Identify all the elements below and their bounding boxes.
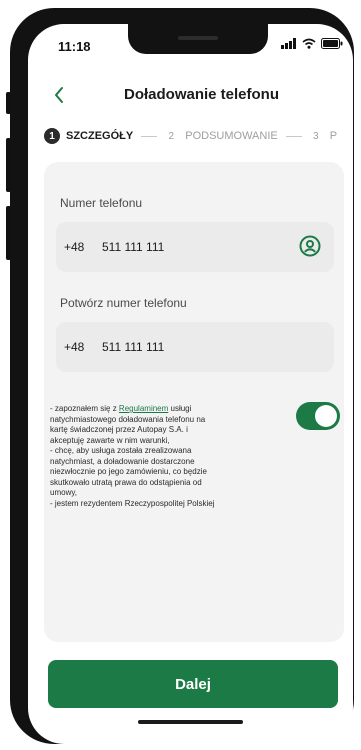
step-number: 1 [44, 128, 60, 144]
consent-text: - zapoznałem się z Regulaminem usługi na… [50, 404, 286, 509]
step-confirmation: 3 P [308, 128, 337, 144]
wifi-icon [302, 38, 316, 49]
chevron-left-icon [55, 87, 63, 103]
consent-line: - chcę, aby usługa została zrealizowana [50, 446, 192, 455]
status-time: 11:18 [58, 39, 91, 54]
step-divider [285, 135, 302, 137]
terms-link[interactable]: Regulaminem [119, 404, 168, 413]
consent-text-fragment: usługi [168, 404, 192, 413]
home-indicator [138, 720, 243, 724]
step-number: 3 [312, 130, 319, 142]
consent-line: natychmiastowego doładowania telefonu na [50, 414, 206, 424]
form-card: Numer telefonu +48 511 111 111 Potwórz n… [44, 162, 344, 642]
signal-icon [281, 38, 296, 49]
stepper: 1 SZCZEGÓŁY 2 PODSUMOWANIE 3 P [44, 124, 353, 148]
speaker-grille [178, 36, 218, 40]
consent-line: umowy, [50, 488, 77, 497]
consent-line: - jestem rezydentem Rzeczypospolitej Pol… [50, 498, 215, 508]
confirm-phone-label: Potwórz numer telefonu [60, 296, 187, 310]
step-label: PODSUMOWANIE [185, 130, 278, 142]
phone-number-value: 511 111 111 [102, 240, 165, 254]
confirm-phone-value: 511 111 111 [102, 340, 165, 354]
toggle-knob [315, 405, 337, 427]
country-prefix: +48 [64, 240, 85, 254]
status-icons [281, 38, 343, 49]
battery-icon [321, 38, 343, 49]
step-summary: 2 PODSUMOWANIE [163, 128, 278, 144]
step-divider [141, 135, 158, 137]
consent-line: kartę świadczonej przez Autopay S.A. i [50, 425, 188, 434]
phone-number-label: Numer telefonu [60, 196, 143, 210]
phone-frame: 11:18 Doładowanie telefonu 1 SZCZEGÓŁY 2… [10, 8, 354, 744]
confirm-phone-field[interactable]: +48 511 111 111 [56, 322, 334, 372]
contact-picker-button[interactable] [298, 234, 322, 258]
page-title: Doładowanie telefonu [124, 86, 280, 103]
consent-line: akceptuję zawarte w nim warunki, [50, 435, 170, 445]
consent-line: niezwłocznie po jego zamówieniu, co będz… [50, 467, 207, 476]
back-button[interactable] [44, 80, 74, 110]
header: Doładowanie telefonu [28, 78, 353, 114]
step-label: SZCZEGÓŁY [66, 130, 134, 142]
step-details: 1 SZCZEGÓŁY [44, 128, 133, 144]
next-button[interactable]: Dalej [48, 660, 338, 708]
app-screen: 11:18 Doładowanie telefonu 1 SZCZEGÓŁY 2… [28, 24, 353, 744]
step-number: 2 [168, 130, 175, 142]
contact-person-icon [299, 235, 321, 257]
phone-number-field[interactable]: +48 511 111 111 [56, 222, 334, 272]
consent-line: - zapoznałem się z Regulaminem usługi [50, 404, 286, 415]
consent-toggle[interactable] [296, 402, 340, 430]
step-label: P [329, 130, 338, 142]
consent-line: natychmiast, a doładowanie dostarczone [50, 456, 195, 466]
country-prefix: +48 [64, 340, 85, 354]
consent-text-fragment: - zapoznałem się z [50, 404, 119, 413]
status-bar: 11:18 [28, 24, 353, 66]
notch [128, 24, 268, 54]
consent-line: skutkowało utratą prawa do odstąpienia o… [50, 477, 202, 487]
